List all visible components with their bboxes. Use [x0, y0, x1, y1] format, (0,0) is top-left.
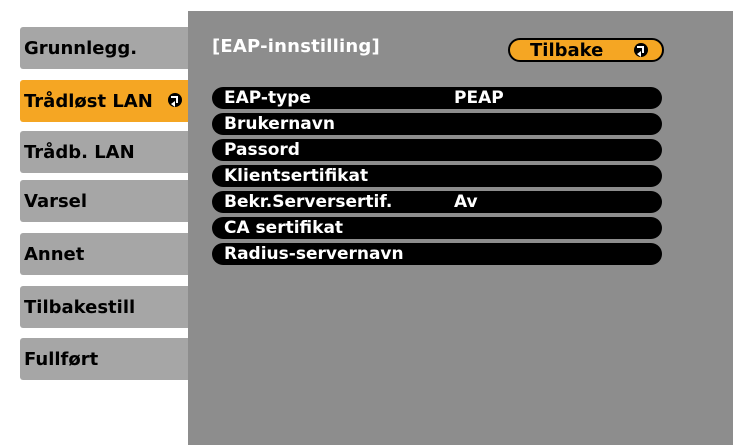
- setting-label: EAP-type: [224, 88, 311, 108]
- setting-label: CA sertifikat: [224, 218, 344, 238]
- panel-title: [EAP-innstilling]: [212, 36, 380, 57]
- back-button-label: Tilbake: [530, 39, 604, 61]
- menu-item-grunnlegg[interactable]: Grunnlegg.: [20, 27, 188, 69]
- menu-item-annet[interactable]: Annet: [20, 233, 188, 275]
- eap-settings-panel: [EAP-innstilling] Tilbake EAP-type PEAP …: [188, 11, 733, 445]
- menu-item-label: Annet: [24, 243, 85, 265]
- menu-item-varsel[interactable]: Varsel: [20, 180, 188, 222]
- setting-row-radius-servernavn[interactable]: Radius-servernavn: [212, 243, 662, 265]
- setting-label: Brukernavn: [224, 114, 335, 134]
- menu-item-tilbakestill[interactable]: Tilbakestill: [20, 286, 188, 328]
- settings-list: EAP-type PEAP Brukernavn Passord Klients…: [212, 87, 662, 269]
- setting-row-bekr-serversertif[interactable]: Bekr.Serversertif. Av: [212, 191, 662, 213]
- setting-row-ca-sertifikat[interactable]: CA sertifikat: [212, 217, 662, 239]
- menu-item-label: Tilbakestill: [24, 296, 136, 318]
- menu-item-label: Varsel: [24, 190, 88, 212]
- back-button[interactable]: Tilbake: [508, 38, 664, 62]
- left-menu: Grunnlegg. Trådløst LAN Trådb. LAN Varse…: [0, 0, 200, 445]
- setting-row-brukernavn[interactable]: Brukernavn: [212, 113, 662, 135]
- setting-row-klientsertifikat[interactable]: Klientsertifikat: [212, 165, 662, 187]
- setting-value: PEAP: [454, 88, 504, 108]
- menu-item-label: Trådb. LAN: [24, 141, 135, 163]
- menu-item-tradb-lan[interactable]: Trådb. LAN: [20, 131, 188, 173]
- setting-row-eap-type[interactable]: EAP-type PEAP: [212, 87, 662, 109]
- menu-item-fullfort[interactable]: Fullført: [20, 338, 188, 380]
- setting-label: Radius-servernavn: [224, 244, 404, 264]
- menu-item-label: Trådløst LAN: [24, 90, 153, 112]
- setting-label: Passord: [224, 140, 300, 160]
- menu-item-label: Grunnlegg.: [24, 37, 138, 59]
- menu-item-tradlost-lan[interactable]: Trådløst LAN: [20, 80, 188, 122]
- enter-icon: [634, 43, 648, 57]
- setting-value: Av: [454, 192, 478, 212]
- setting-label: Klientsertifikat: [224, 166, 369, 186]
- menu-item-label: Fullført: [24, 348, 99, 370]
- setting-label: Bekr.Serversertif.: [224, 192, 393, 212]
- enter-icon: [168, 93, 182, 107]
- setting-row-passord[interactable]: Passord: [212, 139, 662, 161]
